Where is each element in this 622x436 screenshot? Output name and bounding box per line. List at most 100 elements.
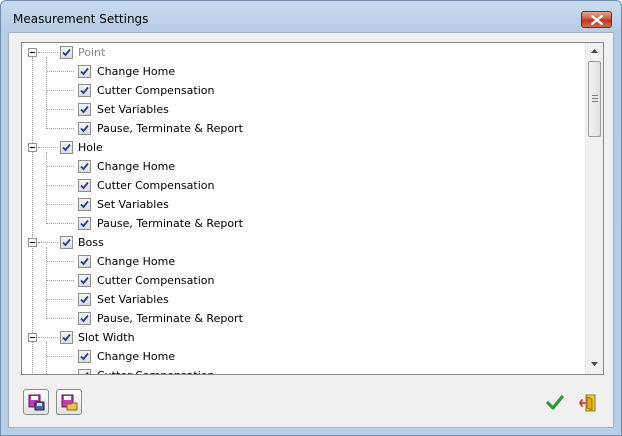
tree-connector — [47, 128, 74, 129]
option-label: Cutter Compensation — [97, 84, 215, 97]
group-label: Point — [78, 46, 106, 59]
option-label: Cutter Compensation — [97, 274, 215, 287]
tree-child-row[interactable]: Pause, Terminate & Report — [22, 309, 585, 328]
option-label: Cutter Compensation — [97, 369, 214, 374]
option-checkbox[interactable] — [78, 350, 91, 363]
tree-child-row[interactable]: Change Home — [22, 252, 585, 271]
tree-connector — [38, 52, 58, 53]
vertical-scrollbar[interactable] — [585, 43, 603, 374]
group-checkbox[interactable] — [60, 331, 73, 344]
tree-group-row[interactable]: Slot Width — [22, 328, 585, 347]
tree-child-row[interactable]: Pause, Terminate & Report — [22, 119, 585, 138]
option-label: Cutter Compensation — [97, 179, 215, 192]
option-label: Set Variables — [97, 198, 169, 211]
option-label: Set Variables — [97, 293, 169, 306]
group-checkbox[interactable] — [60, 236, 73, 249]
tree-connector — [47, 204, 74, 205]
exit-button[interactable] — [574, 389, 600, 415]
option-checkbox[interactable] — [78, 369, 91, 374]
option-label: Pause, Terminate & Report — [97, 122, 243, 135]
tree-child-row[interactable]: Change Home — [22, 347, 585, 366]
option-checkbox[interactable] — [78, 255, 91, 268]
tree-child-row[interactable]: Set Variables — [22, 290, 585, 309]
tree-child-row[interactable]: Cutter Compensation — [22, 366, 585, 374]
group-label: Boss — [78, 236, 104, 249]
scroll-up-button[interactable] — [586, 43, 603, 60]
tree-group-row[interactable]: Hole — [22, 138, 585, 157]
option-label: Change Home — [97, 255, 176, 268]
option-checkbox[interactable] — [78, 160, 91, 173]
tree-connector — [47, 166, 74, 167]
tree-connector — [47, 356, 74, 357]
tree-connector — [38, 242, 58, 243]
tree-rows: Point Change Home Cutter Compensation Set V… — [22, 43, 585, 374]
scroll-up-arrow-icon — [591, 49, 598, 53]
tree-child-row[interactable]: Set Variables — [22, 195, 585, 214]
tree-connector — [47, 90, 74, 91]
option-checkbox[interactable] — [78, 198, 91, 211]
dialog-client-area: Point Change Home Cutter Compensation Set V… — [8, 32, 614, 428]
option-label: Change Home — [97, 65, 176, 78]
scroll-down-button[interactable] — [586, 356, 603, 373]
option-checkbox[interactable] — [78, 84, 91, 97]
option-checkbox[interactable] — [78, 122, 91, 135]
collapse-toggle-icon[interactable] — [28, 143, 37, 152]
title-bar[interactable]: Measurement Settings — [1, 1, 621, 33]
tree-connector — [47, 223, 74, 224]
tree-child-row[interactable]: Pause, Terminate & Report — [22, 214, 585, 233]
grip-line — [592, 98, 598, 99]
option-label: Set Variables — [97, 103, 169, 116]
group-checkbox[interactable] — [60, 141, 73, 154]
settings-tree[interactable]: Point Change Home Cutter Compensation Set V… — [21, 42, 604, 375]
option-checkbox[interactable] — [78, 103, 91, 116]
tree-connector — [47, 71, 74, 72]
group-label: Slot Width — [78, 331, 135, 344]
window-title: Measurement Settings — [13, 12, 149, 26]
save-settings-icon — [28, 394, 45, 411]
scroll-down-arrow-icon — [591, 362, 598, 366]
tree-child-row[interactable]: Change Home — [22, 62, 585, 81]
collapse-toggle-icon[interactable] — [28, 238, 37, 247]
option-label: Pause, Terminate & Report — [97, 312, 243, 325]
close-button[interactable] — [581, 11, 612, 28]
collapse-toggle-icon[interactable] — [28, 48, 37, 57]
tree-child-row[interactable]: Cutter Compensation — [22, 176, 585, 195]
group-label: Hole — [78, 141, 103, 154]
tree-child-row[interactable]: Set Variables — [22, 100, 585, 119]
tree-connector — [38, 337, 58, 338]
tree-connector — [47, 109, 74, 110]
ok-button[interactable] — [541, 389, 567, 415]
grip-line — [592, 101, 598, 102]
option-label: Change Home — [97, 350, 176, 363]
load-settings-button[interactable] — [56, 389, 82, 415]
group-checkbox[interactable] — [60, 46, 73, 59]
tree-group-row[interactable]: Boss — [22, 233, 585, 252]
option-checkbox[interactable] — [78, 179, 91, 192]
tree-connector — [47, 185, 74, 186]
tree-connector — [47, 318, 74, 319]
tree-group-row[interactable]: Point — [22, 43, 585, 62]
tree-connector — [38, 147, 58, 148]
load-settings-icon — [61, 394, 78, 411]
scroll-thumb[interactable] — [588, 61, 601, 137]
tree-connector — [47, 261, 74, 262]
save-settings-button[interactable] — [23, 389, 49, 415]
option-label: Pause, Terminate & Report — [97, 217, 243, 230]
tree-child-row[interactable]: Cutter Compensation — [22, 81, 585, 100]
dialog-window: Measurement Settings Point Change Home Cut… — [0, 0, 622, 436]
exit-door-icon — [579, 394, 596, 412]
option-checkbox[interactable] — [78, 65, 91, 78]
collapse-toggle-icon[interactable] — [28, 333, 37, 342]
tree-connector — [47, 280, 74, 281]
tree-child-row[interactable]: Change Home — [22, 157, 585, 176]
option-checkbox[interactable] — [78, 217, 91, 230]
option-label: Change Home — [97, 160, 176, 173]
grip-line — [592, 95, 598, 96]
close-icon — [591, 15, 603, 25]
checkmark-icon — [546, 395, 564, 410]
tree-connector — [47, 299, 74, 300]
option-checkbox[interactable] — [78, 293, 91, 306]
tree-child-row[interactable]: Cutter Compensation — [22, 271, 585, 290]
option-checkbox[interactable] — [78, 274, 91, 287]
option-checkbox[interactable] — [78, 312, 91, 325]
